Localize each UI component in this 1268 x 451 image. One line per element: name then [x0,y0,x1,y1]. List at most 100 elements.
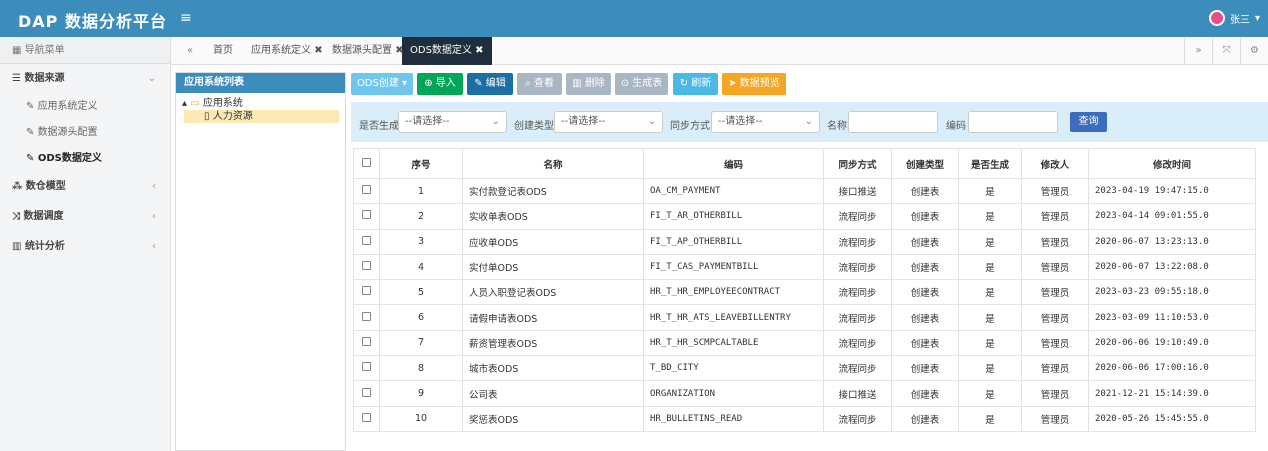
row-checkbox[interactable] [353,203,380,230]
table-row[interactable]: 8 城市表ODS T_BD_CITY 流程同步 创建表是管理员 2020-06-06 17… [353,355,1256,382]
column-header[interactable]: 修改人 [1021,148,1089,179]
column-header[interactable]: 编码 [643,148,824,179]
sidebar-item-app-system[interactable]: ✎ 应用系统定义 [0,94,170,120]
ods-create-button[interactable]: ODS创建 ▾ [351,73,413,95]
tree-node-hr[interactable]: ▯ 人力资源 [184,110,339,123]
table-cell: 管理员 [1021,279,1089,306]
sync-select[interactable]: --请选择-- ⌄ [711,111,820,133]
import-button[interactable]: ⊕ 导入 [417,73,463,95]
create-type-select[interactable]: --请选择-- ⌄ [554,111,663,133]
table-cell: 创建表 [891,177,959,205]
caret-down-icon[interactable]: ▴ [182,98,187,109]
column-header[interactable]: 名称 [462,148,644,179]
row-checkbox[interactable] [353,177,380,205]
row-checkbox[interactable] [353,355,380,382]
table-cell: 是 [958,405,1022,432]
table-cell: HR_T_HR_ATS_LEAVEBILLENTRY [643,304,824,331]
sidebar-group-data-schedule[interactable]: ⤨ 数据调度 ‹ [0,202,170,232]
table-cell: 是 [958,203,1022,230]
sidebar-header: ▦ 导航菜单 [0,37,170,64]
select-all-checkbox[interactable] [353,148,380,179]
user-menu[interactable]: 张三 ▾ [1208,10,1260,26]
tab-home[interactable]: 首页 [213,37,233,65]
table-cell: 6 [379,304,463,331]
gear-icon[interactable]: ⚙ [1240,37,1268,65]
tab-app-system[interactable]: 应用系统定义 ✖ [251,37,323,65]
tabs-scroll-right-icon[interactable]: » [1184,37,1212,65]
tree-node-root[interactable]: ▴ ▭ 应用系统 [182,97,339,110]
table-row[interactable]: 9 公司表 ORGANIZATION 接口推送 创建表是管理员 2021-12-21 15… [353,380,1256,407]
table-cell: 2020-06-07 13:23:13.0 [1088,228,1256,255]
table-cell: 流程同步 [823,405,892,432]
column-header[interactable]: 是否生成 [958,148,1022,179]
row-checkbox[interactable] [353,405,380,432]
tab-ods-definition[interactable]: ODS数据定义 ✖ [402,37,492,65]
column-header[interactable]: 序号 [379,148,463,179]
code-input[interactable] [968,111,1058,133]
row-checkbox[interactable] [353,279,380,306]
generated-select[interactable]: --请选择-- ⌄ [398,111,507,133]
avatar[interactable] [1208,10,1225,26]
table-row[interactable]: 5 人员入职登记表ODS HR_T_HR_EMPLOYEECONTRACT 流程同步创… [353,279,1256,306]
menu-toggle-icon[interactable]: ≡ [180,10,192,26]
sidebar-group-data-source[interactable]: ☰ 数据来源 ⌄ [0,64,170,94]
sync-label: 同步方式 [670,121,710,132]
name-input[interactable] [848,111,938,133]
table-cell: 7 [379,329,463,357]
column-header[interactable]: 同步方式 [823,148,892,179]
generate-table-button[interactable]: ⊙ 生成表 [615,73,668,95]
fullscreen-icon[interactable]: ⤧ [1212,37,1240,65]
table-cell: HR_BULLETINS_READ [643,405,824,432]
row-checkbox[interactable] [353,380,380,407]
caret-down-icon[interactable]: ▾ [1255,13,1260,24]
view-button[interactable]: ⌕ 查看 [517,73,562,95]
sidebar: ▦ 导航菜单 ☰ 数据来源 ⌄ ✎ 应用系统定义 ✎ 数据源头配置 ✎ ODS数… [0,37,171,451]
table-cell: 2021-12-21 15:14:39.0 [1088,380,1256,407]
tabs-scroll-left-icon[interactable]: « [179,37,201,65]
tab-data-source-config[interactable]: 数据源头配置 ✖ [332,37,404,65]
table-row[interactable]: 10 奖惩表ODS HR_BULLETINS_READ 流程同步 创建表是管理员 2020… [353,405,1256,432]
table-cell: 是 [958,279,1022,306]
table-row[interactable]: 6 请假申请表ODS HR_T_HR_ATS_LEAVEBILLENTRY 流程同步创… [353,304,1256,331]
table-cell: 流程同步 [823,203,892,230]
sidebar-group-statistics[interactable]: ▥ 统计分析 ‹ [0,232,170,262]
sidebar-group-warehouse-model[interactable]: ⁂ 数仓模型 ‹ [0,172,170,202]
table-row[interactable]: 3 应收单ODS FI_T_AP_OTHERBILL 流程同步 创建表是管理员 2020-… [353,228,1256,255]
table-cell: 5 [379,279,463,306]
sidebar-item-data-source-config[interactable]: ✎ 数据源头配置 [0,120,170,146]
row-checkbox[interactable] [353,304,380,331]
chevron-left-icon: ‹ [152,181,156,192]
column-header[interactable]: 创建类型 [891,148,959,179]
table-cell: 管理员 [1021,228,1089,255]
sidebar-item-ods-definition[interactable]: ✎ ODS数据定义 [0,146,170,172]
code-label: 编码 [946,121,966,132]
table-cell: 实收单表ODS [462,203,644,230]
refresh-button[interactable]: ↻ 刷新 [673,73,718,95]
table-cell: 是 [958,380,1022,407]
delete-button[interactable]: ▥ 删除 [566,73,611,95]
table-cell: 创建表 [891,228,959,255]
table-row[interactable]: 1 实付款登记表ODS OA_CM_PAYMENT 接口推送 创建表是管理员 2023-0… [353,177,1256,205]
table-row[interactable]: 2 实收单表ODS FI_T_AR_OTHERBILL 流程同步 创建表是管理员 2023… [353,203,1256,230]
edit-button[interactable]: ✎ 编辑 [467,73,513,95]
table-cell: 管理员 [1021,203,1089,230]
table-cell: 10 [379,405,463,432]
user-name[interactable]: 张三 [1230,11,1250,26]
column-header[interactable]: 修改时间 [1088,148,1256,179]
row-checkbox[interactable] [353,228,380,255]
row-checkbox[interactable] [353,329,380,357]
close-icon[interactable]: ✖ [314,45,322,56]
table-cell: 2020-05-26 15:45:55.0 [1088,405,1256,432]
data-preview-button[interactable]: ➤ 数据预览 [722,73,786,95]
table-cell: 是 [958,355,1022,382]
chevron-down-icon: ⌄ [647,116,656,127]
table-cell: 奖惩表ODS [462,405,644,432]
folder-icon: ▭ [190,98,200,109]
table-cell: 流程同步 [823,279,892,306]
row-checkbox[interactable] [353,253,380,281]
close-icon[interactable]: ✖ [475,45,483,56]
query-button[interactable]: 查询 [1070,112,1107,132]
table-row[interactable]: 4 实付单ODS FI_T_CAS_PAYMENTBILL 流程同步 创建表是管理员 20… [353,253,1256,281]
table-cell: 是 [958,329,1022,357]
table-row[interactable]: 7 薪资管理表ODS HR_T_HR_SCMPCALTABLE 流程同步 创建表是管理员… [353,329,1256,357]
